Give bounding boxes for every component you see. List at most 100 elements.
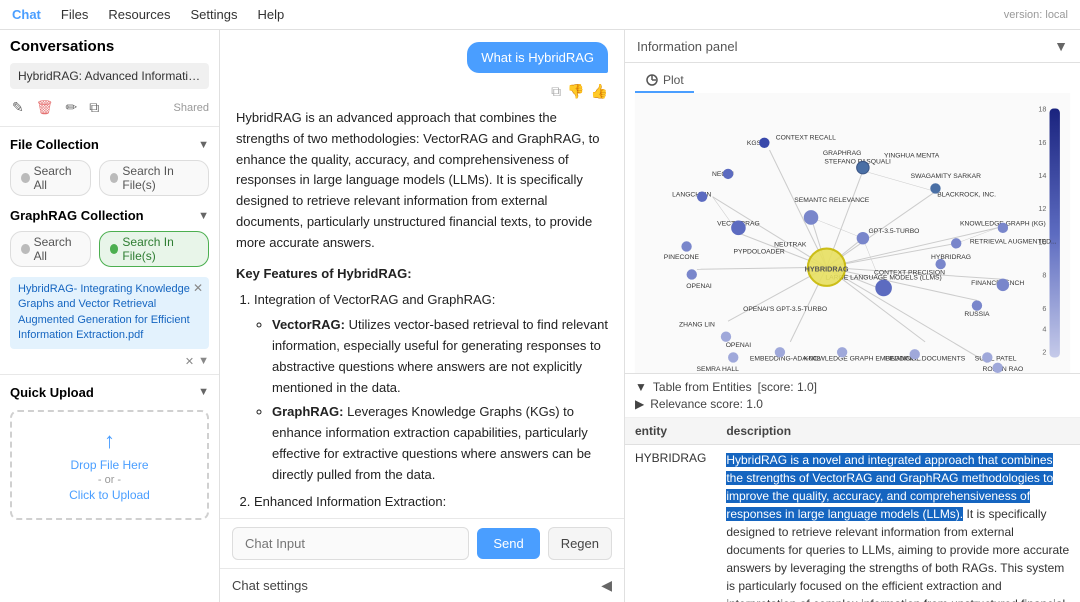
features-list: Integration of VectorRAG and GraphRAG: V… [236,290,608,518]
table-arrow: ▼ [635,380,647,394]
svg-text:PYPDOLOADER: PYPDOLOADER [734,249,785,256]
file-search-in-btn[interactable]: Search In File(s) [99,160,209,196]
graph-search-all-label: Search All [34,235,80,263]
chat-settings-label: Chat settings [232,578,308,593]
data-table-container: entity description HYBRIDRAG HybridRAG i… [625,418,1080,602]
chat-input[interactable] [232,527,469,560]
graph-search-all-dot [21,244,30,254]
svg-text:8: 8 [1042,271,1046,280]
relevance-label: Relevance score: 1.0 [650,397,763,411]
nav-chat[interactable]: Chat [12,7,41,22]
svg-text:OPENAI: OPENAI [686,283,712,290]
rename-button[interactable]: ✏ [64,97,80,118]
feature-1-title: Integration of VectorRAG and GraphRAG: [254,292,495,307]
table-row: HYBRIDRAG HybridRAG is a novel and integ… [625,445,1080,602]
upload-dropzone[interactable]: ↑ Drop File Here - or - Click to Upload [10,410,209,520]
upload-drop-text: Drop File Here [28,458,191,472]
entity-name: HYBRIDRAG [625,445,716,602]
nav-help[interactable]: Help [257,7,284,22]
svg-text:14: 14 [1038,171,1046,180]
shared-label: Shared [174,102,209,114]
table-section: ▼ Table from Entities [score: 1.0] ▶ Rel… [625,374,1080,418]
quick-upload-arrow: ▼ [198,386,209,398]
file-item-close-btn[interactable]: ✕ [193,281,203,295]
quick-upload-title: Quick Upload [10,385,94,400]
svg-text:4: 4 [1042,325,1046,334]
copy-msg-icon[interactable]: ⧉ [551,83,561,100]
file-collection-title: File Collection [10,137,99,152]
regen-button[interactable]: Regen [548,527,612,560]
table-title: Table from Entities [653,380,752,394]
info-panel-arrow[interactable]: ▼ [1054,38,1068,54]
description-text: HybridRAG is a novel and integrated appr… [726,453,1069,602]
quick-upload-header[interactable]: Quick Upload ▼ [0,379,219,404]
file-search-all-dot [21,173,30,183]
graph-search-in-label: Search In File(s) [122,235,198,263]
graph-search-all-btn[interactable]: Search All [10,231,91,267]
conversation-item[interactable]: HybridRAG: Advanced Information Retriev.… [10,63,209,89]
feature-2: Enhanced Information Extraction: By comb… [254,492,608,518]
svg-text:12: 12 [1038,204,1046,213]
upload-icon: ↑ [28,428,191,454]
upload-or-text: - or - [28,474,191,486]
file-extra-close[interactable]: ✕ [185,355,194,368]
description-cont: It is specifically designed to retrieve … [726,507,1069,602]
entity-description: HybridRAG is a novel and integrated appr… [716,445,1080,602]
file-search-all-btn[interactable]: Search All [10,160,91,196]
file-collection-header[interactable]: File Collection ▼ [0,131,219,156]
svg-text:18: 18 [1038,105,1046,114]
vectorrag-bold: VectorRAG: [272,317,345,332]
svg-text:GPT-3.5-TURBO: GPT-3.5-TURBO [869,228,920,235]
file-search-all-label: Search All [34,164,80,192]
file-extra-arrow[interactable]: ▼ [198,355,209,367]
info-panel-title: Information panel [637,39,737,54]
response-intro: HybridRAG is an advanced approach that c… [236,108,608,254]
graph-search-in-btn[interactable]: Search In File(s) [99,231,209,267]
feature-1-item-2: GraphRAG: Leverages Knowledge Graphs (KG… [272,402,608,485]
thumbs-up-icon[interactable]: 👍 [591,83,608,100]
edit-button[interactable]: ✎ [10,97,26,118]
graph-file-item[interactable]: HybridRAG- Integrating Knowledge Graphs … [10,277,209,349]
svg-text:YINGHUA MENTA: YINGHUA MENTA [884,152,940,159]
svg-text:SEMRA HALL: SEMRA HALL [697,366,740,373]
version-label: version: local [1004,9,1068,21]
relevance-arrow: ▶ [635,397,644,411]
chat-messages: What is HybridRAG ⧉ 👎 👍 HybridRAG is an … [220,30,624,518]
svg-text:HYBRIDRAG: HYBRIDRAG [805,264,849,273]
file-toggle-row: Search All Search In File(s) [0,156,219,202]
file-search-in-label: Search In File(s) [122,164,198,192]
feature-1-item-1: VectorRAG: Utilizes vector-based retriev… [272,315,608,398]
nav-settings[interactable]: Settings [190,7,237,22]
svg-text:NEUTRAK: NEUTRAK [774,241,807,248]
chat-settings-bar[interactable]: Chat settings ◀ [220,568,624,602]
sidebar: Conversations HybridRAG: Advanced Inform… [0,30,220,602]
delete-button[interactable]: 🗑 [34,97,56,118]
nav-resources[interactable]: Resources [108,7,170,22]
feature-1-items: VectorRAG: Utilizes vector-based retriev… [254,315,608,485]
graphrag-collection-header[interactable]: GraphRAG Collection ▼ [0,202,219,227]
file-collection-arrow: ▼ [198,139,209,151]
copy-button[interactable]: ⧉ [87,97,101,118]
nav-files[interactable]: Files [61,7,88,22]
thumbs-down-icon[interactable]: 👎 [567,83,584,100]
send-button[interactable]: Send [477,528,539,559]
svg-text:BLACKROCK, INC.: BLACKROCK, INC. [937,192,996,199]
chat-area: What is HybridRAG ⧉ 👎 👍 HybridRAG is an … [220,30,625,602]
message-actions: ⧉ 👎 👍 [236,83,608,100]
graph-toggle-row: Search All Search In File(s) [0,227,219,273]
table-meta[interactable]: ▼ Table from Entities [score: 1.0] [635,380,1070,394]
graph-visualization: 18 16 14 12 10 8 6 4 2 [625,93,1080,373]
svg-text:SUNIL PATEL: SUNIL PATEL [975,356,1017,363]
entity-table: entity description HYBRIDRAG HybridRAG i… [625,418,1080,602]
file-item-extra: ✕ ▼ [0,353,219,370]
conversations-title: Conversations [0,30,219,59]
relevance-row[interactable]: ▶ Relevance score: 1.0 [635,394,1070,411]
plot-tab-label: Plot [663,73,684,87]
feature-2-title: Enhanced Information Extraction: [254,494,446,509]
upload-click-text[interactable]: Click to Upload [28,488,191,502]
feature-1: Integration of VectorRAG and GraphRAG: V… [254,290,608,485]
svg-text:CONTEXT PRECISION: CONTEXT PRECISION [874,269,945,276]
plot-icon [645,73,659,87]
plot-tab[interactable]: Plot [635,69,694,93]
quick-upload-section: ↑ Drop File Here - or - Click to Upload [0,404,219,526]
